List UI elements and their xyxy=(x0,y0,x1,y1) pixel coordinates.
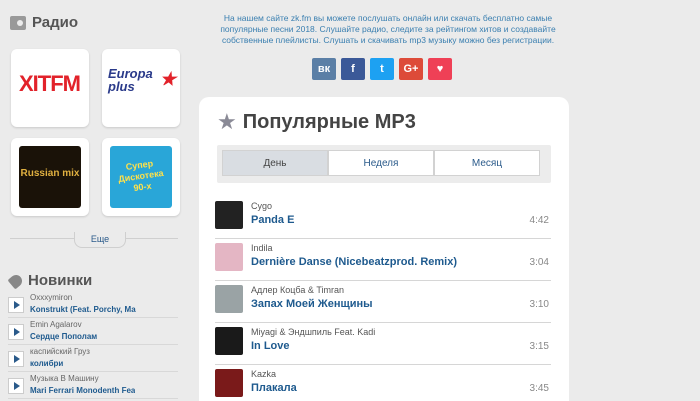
new-track-title[interactable]: колибри xyxy=(30,358,90,369)
station-tile-super-disco[interactable]: Супер Дискотека 90-х xyxy=(102,138,180,216)
play-icon[interactable] xyxy=(8,297,24,313)
more-button[interactable]: Еще xyxy=(74,232,126,248)
track-title[interactable]: Плакала xyxy=(251,382,297,394)
track-list: Cygo Panda E 4:42 Indila Dernière Danse … xyxy=(215,197,551,401)
track-cover xyxy=(215,369,243,397)
play-icon[interactable] xyxy=(8,351,24,367)
track-cover xyxy=(215,201,243,229)
page-title: Популярные MP3 xyxy=(242,110,416,133)
list-item[interactable]: Oxxxymiron Konstrukt (Feat. Porchy, Ma xyxy=(8,292,178,318)
period-tabs: День Неделя Месяц xyxy=(217,145,551,183)
table-row[interactable]: Kazka Плакала 3:45 xyxy=(215,365,551,401)
popular-header: ★ Популярные MP3 xyxy=(217,109,416,135)
play-icon[interactable] xyxy=(8,324,24,340)
track-title[interactable]: In Love xyxy=(251,340,290,352)
tab-day[interactable]: День xyxy=(222,150,328,176)
play-icon[interactable] xyxy=(8,378,24,394)
list-item[interactable]: каспийский Груз колибри xyxy=(8,346,178,372)
new-track-title[interactable]: Konstrukt (Feat. Porchy, Ma xyxy=(30,304,136,315)
new-track-artist: Oxxxymiron xyxy=(30,293,73,302)
vk-icon[interactable]: вк xyxy=(312,58,336,80)
twitter-icon[interactable]: t xyxy=(370,58,394,80)
track-duration: 4:42 xyxy=(529,215,549,226)
popular-card: ★ Популярные MP3 День Неделя Месяц Cygo … xyxy=(199,97,569,401)
table-row[interactable]: Cygo Panda E 4:42 xyxy=(215,197,551,239)
track-title[interactable]: Запах Моей Женщины xyxy=(251,298,373,310)
track-artist[interactable]: Indila xyxy=(251,243,273,253)
track-artist[interactable]: Cygo xyxy=(251,201,272,211)
track-cover xyxy=(215,327,243,355)
new-track-title[interactable]: Сердце Пополам xyxy=(30,331,97,342)
new-track-artist: Emin Agalarov xyxy=(30,320,82,329)
new-track-artist: Музыка В Машину xyxy=(30,374,99,383)
list-item[interactable]: Музыка В Машину Mari Ferrari Monodenth F… xyxy=(8,373,178,399)
track-artist[interactable]: Адлер Коцба & Timran xyxy=(251,285,344,295)
star-icon: ★ xyxy=(159,69,176,89)
russian-mix-logo: Russian mix xyxy=(19,146,81,208)
track-title[interactable]: Panda E xyxy=(251,214,294,226)
hitfm-logo: ХІТFM xyxy=(19,71,81,96)
new-track-title[interactable]: Mari Ferrari Monodenth Fea xyxy=(30,385,135,396)
tag-icon xyxy=(7,272,25,289)
track-artist[interactable]: Miyagi & Эндшпиль Feat. Kadi xyxy=(251,327,375,337)
facebook-icon[interactable]: f xyxy=(341,58,365,80)
track-artist[interactable]: Kazka xyxy=(251,369,276,379)
star-icon: ★ xyxy=(217,109,237,134)
track-cover xyxy=(215,243,243,271)
table-row[interactable]: Miyagi & Эндшпиль Feat. Kadi In Love 3:1… xyxy=(215,323,551,365)
track-cover xyxy=(215,285,243,313)
super-disco-logo: Супер Дискотека 90-х xyxy=(110,146,172,208)
radio-section-header: Радио xyxy=(10,14,78,31)
station-tile-russian-mix[interactable]: Russian mix xyxy=(11,138,89,216)
social-share-bar: вк f t G+ ♥ xyxy=(312,58,457,80)
radio-icon xyxy=(10,15,26,30)
sidebar: Радио ХІТFM Europa plus ★ Russian mix Су… xyxy=(0,0,190,401)
more-stations: Еще xyxy=(10,228,178,248)
station-tile-hitfm[interactable]: ХІТFM xyxy=(11,49,89,127)
new-section-title: Новинки xyxy=(28,272,93,289)
new-tracks-list: Oxxxymiron Konstrukt (Feat. Porchy, Ma E… xyxy=(8,292,178,400)
track-duration: 3:15 xyxy=(529,341,549,352)
intro-text: На нашем сайте zk.fm вы можете послушать… xyxy=(220,13,556,45)
radio-section-title: Радио xyxy=(32,14,79,31)
new-section-header: Новинки xyxy=(7,272,93,289)
track-title[interactable]: Dernière Danse (Nicebeatzprod. Remix) xyxy=(251,256,457,268)
track-duration: 3:10 xyxy=(529,299,549,310)
pocket-icon[interactable]: ♥ xyxy=(428,58,452,80)
station-tile-europa-plus[interactable]: Europa plus ★ xyxy=(102,49,180,127)
track-duration: 3:45 xyxy=(529,383,549,394)
europa-plus-logo: Europa plus ★ xyxy=(108,66,176,94)
googleplus-icon[interactable]: G+ xyxy=(399,58,423,80)
table-row[interactable]: Indila Dernière Danse (Nicebeatzprod. Re… xyxy=(215,239,551,281)
tab-month[interactable]: Месяц xyxy=(434,150,540,176)
track-duration: 3:04 xyxy=(529,257,549,268)
table-row[interactable]: Адлер Коцба & Timran Запах Моей Женщины … xyxy=(215,281,551,323)
new-track-artist: каспийский Груз xyxy=(30,347,90,356)
list-item[interactable]: Emin Agalarov Сердце Пополам xyxy=(8,319,178,345)
tab-week[interactable]: Неделя xyxy=(328,150,434,176)
